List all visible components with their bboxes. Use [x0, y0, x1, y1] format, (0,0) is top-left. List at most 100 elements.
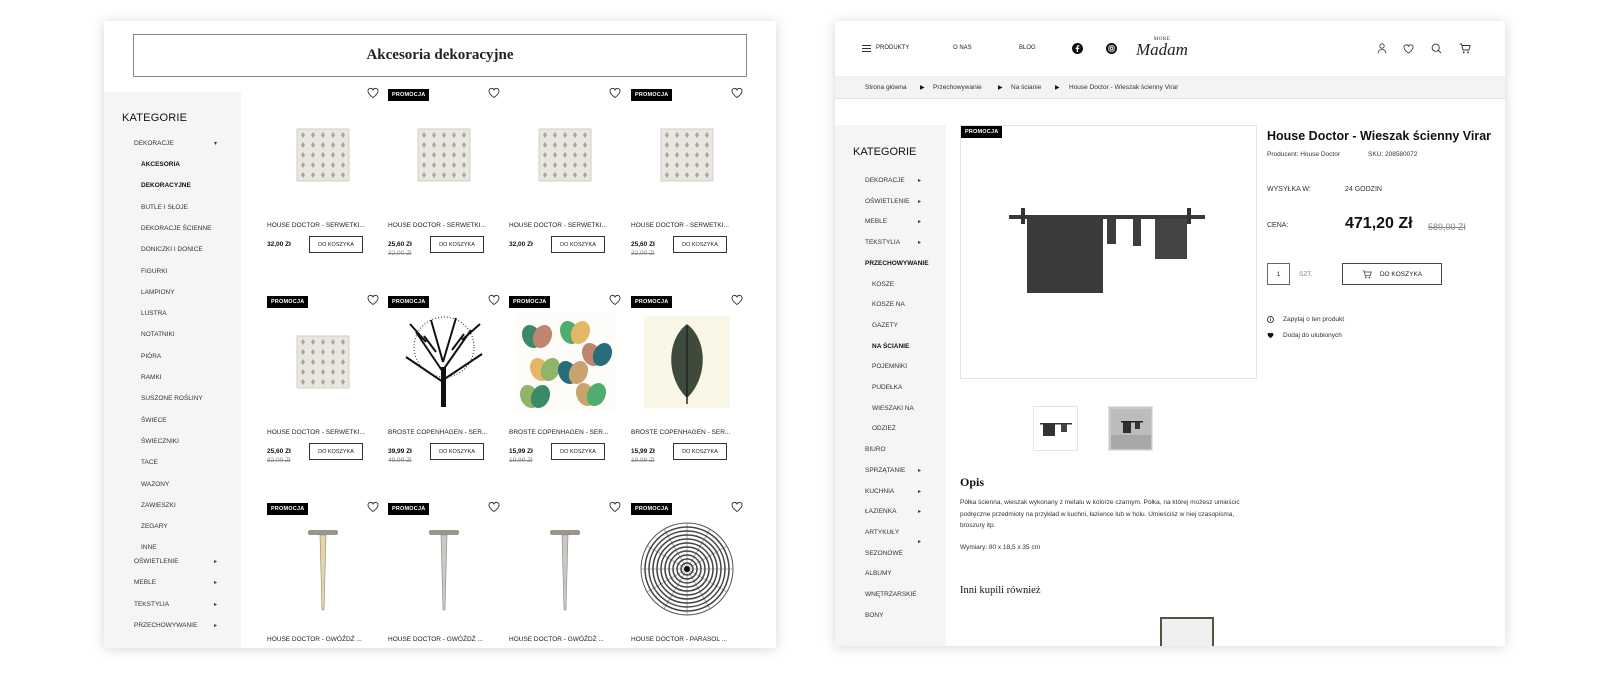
product-main-image[interactable]: PROMOCJA: [960, 125, 1257, 379]
sidebar-item[interactable]: BIURO: [865, 446, 886, 453]
sidebar-item[interactable]: OŚWIETLENIE: [865, 198, 909, 205]
thumbnail-1[interactable]: [1033, 406, 1078, 451]
sidebar-subitem[interactable]: WAZONY: [141, 481, 169, 488]
product-name[interactable]: HOUSE DOCTOR - SERWETKI...: [267, 222, 365, 229]
heart-icon[interactable]: [731, 501, 743, 513]
heart-icon[interactable]: [1403, 44, 1414, 54]
product-card[interactable]: PROMOCJA HOUSE DOCTOR - PARASOL ...: [631, 501, 743, 648]
sidebar-item[interactable]: TEKSTYLIA: [134, 601, 169, 608]
search-icon[interactable]: [1431, 43, 1442, 54]
sidebar-subitem[interactable]: ŚWIECE: [141, 417, 167, 424]
sidebar-subitem[interactable]: NOTATNIKI: [141, 331, 175, 338]
product-name[interactable]: HOUSE DOCTOR - SERWETKI...: [388, 222, 486, 229]
sidebar-item[interactable]: GAZETY: [872, 322, 898, 329]
product-image[interactable]: [271, 517, 375, 621]
product-name[interactable]: HOUSE DOCTOR - SERWETKI...: [267, 429, 365, 436]
sidebar-subitem[interactable]: ŚWIECZNIKI: [141, 438, 179, 445]
menu-icon[interactable]: [862, 45, 871, 52]
heart-icon[interactable]: [731, 87, 743, 99]
chevron-right-icon[interactable]: ▸: [918, 239, 921, 246]
product-card[interactable]: HOUSE DOCTOR - GWÓŹDŹ ...: [509, 501, 621, 648]
chevron-down-icon[interactable]: ▾: [214, 140, 217, 147]
sidebar-item[interactable]: WIESZAKI NA: [872, 405, 914, 412]
add-to-cart-button[interactable]: DO KOSZYKA: [309, 236, 363, 253]
chevron-right-icon[interactable]: ▸: [214, 601, 217, 608]
sidebar-subitem[interactable]: PIÓRA: [141, 353, 161, 360]
sidebar-subitem[interactable]: DEKORACJE ŚCIENNE: [141, 225, 211, 232]
nav-about[interactable]: O NAS: [953, 45, 972, 51]
also-bought-product-image[interactable]: [1160, 617, 1214, 646]
product-name[interactable]: HOUSE DOCTOR - GWÓŹDŹ ...: [388, 636, 483, 643]
product-card[interactable]: PROMOCJA BROSTE COPENHAGEN - SER... 15,99 …: [509, 295, 621, 476]
chevron-right-icon[interactable]: ▸: [918, 538, 921, 545]
product-name[interactable]: BROSTE COPENHAGEN - SER...: [388, 429, 487, 436]
heart-icon[interactable]: [731, 294, 743, 306]
user-icon[interactable]: [1377, 43, 1387, 54]
product-card[interactable]: PROMOCJA HOUSE DOCTOR - GWÓŹDŹ ...: [388, 501, 500, 648]
product-image[interactable]: [513, 517, 617, 621]
sidebar-item[interactable]: SEZONOWE: [865, 550, 903, 557]
product-card[interactable]: HOUSE DOCTOR - SERWETKI... 32,00 Zł DO KOS…: [267, 87, 379, 269]
thumbnail-2[interactable]: [1108, 406, 1153, 451]
product-image[interactable]: [271, 310, 375, 414]
facebook-icon[interactable]: [1072, 43, 1083, 54]
product-image[interactable]: [271, 103, 375, 207]
sidebar-item[interactable]: KOSZE NA: [872, 301, 905, 308]
product-name[interactable]: HOUSE DOCTOR - PARASOL ...: [631, 636, 727, 643]
sidebar-subitem[interactable]: AKCESORIA: [141, 161, 180, 168]
sidebar-item[interactable]: DEKORACJE: [865, 177, 905, 184]
add-to-cart-button[interactable]: DO KOSZYKA: [430, 236, 484, 253]
product-card[interactable]: PROMOCJA HOUSE DOCTOR - SERWETKI... 25,60 …: [267, 294, 379, 476]
cart-icon[interactable]: [1459, 43, 1471, 54]
sidebar-subitem[interactable]: DONICZKI I DONICE: [141, 246, 203, 253]
heart-icon[interactable]: [367, 87, 379, 99]
sidebar-item[interactable]: TEKSTYLIA: [865, 239, 900, 246]
sidebar-item[interactable]: MEBLE: [134, 579, 156, 586]
product-card[interactable]: PROMOCJA BROSTE COPENHAGEN - SER... 39,99 …: [388, 295, 500, 476]
ask-about-product-link[interactable]: Zapytaj o ten produkt: [1267, 316, 1344, 323]
sidebar-item[interactable]: MEBLE: [865, 218, 887, 225]
product-name[interactable]: BROSTE COPENHAGEN - SER...: [631, 429, 730, 436]
chevron-right-icon[interactable]: ▸: [214, 558, 217, 565]
sidebar-subitem[interactable]: FIGURKI: [141, 268, 167, 275]
sidebar-item[interactable]: ALBUMY: [865, 570, 892, 577]
product-image[interactable]: [635, 103, 739, 207]
product-image[interactable]: [513, 310, 617, 414]
product-image[interactable]: [513, 103, 617, 207]
sidebar-item[interactable]: WNĘTRZARSKIE: [865, 591, 917, 598]
breadcrumb-wall[interactable]: Na ścianie: [1011, 84, 1041, 91]
breadcrumb-storage[interactable]: Przechowywanie: [933, 84, 982, 91]
chevron-right-icon[interactable]: ▸: [918, 508, 921, 515]
instagram-icon[interactable]: [1106, 43, 1117, 54]
sidebar-subitem[interactable]: ZEGARY: [141, 523, 168, 530]
chevron-right-icon[interactable]: ▸: [214, 622, 217, 629]
nav-products[interactable]: PRODUKTY: [876, 45, 909, 51]
breadcrumb-home[interactable]: Strona główna: [865, 84, 907, 91]
sidebar-item[interactable]: POJEMNIKI: [872, 363, 907, 370]
sidebar-item[interactable]: KUCHNIA: [865, 488, 894, 495]
sidebar-item[interactable]: ŁAZIENKA: [865, 508, 896, 515]
sidebar-item[interactable]: KOSZE: [872, 281, 894, 288]
product-card[interactable]: PROMOCJA HOUSE DOCTOR - GWÓŹDŹ ...: [267, 501, 379, 648]
sidebar-item-decorations[interactable]: DEKORACJE: [134, 140, 174, 147]
heart-icon[interactable]: [367, 501, 379, 513]
sidebar-subitem[interactable]: RAMKI: [141, 374, 162, 381]
product-card[interactable]: PROMOCJA HOUSE DOCTOR - SERWETKI... 25,60 …: [631, 87, 743, 269]
sidebar-subitem[interactable]: SUSZONE ROŚLINY: [141, 395, 203, 402]
add-to-cart-button[interactable]: DO KOSZYKA: [673, 236, 727, 253]
heart-icon[interactable]: [609, 501, 621, 513]
sidebar-item[interactable]: OŚWIETLENIE: [134, 558, 178, 565]
heart-icon[interactable]: [367, 294, 379, 306]
product-name[interactable]: HOUSE DOCTOR - GWÓŹDŹ ...: [267, 636, 362, 643]
product-name[interactable]: HOUSE DOCTOR - SERWETKI...: [509, 222, 607, 229]
product-card[interactable]: HOUSE DOCTOR - SERWETKI... 32,00 Zł DO KOS…: [509, 88, 621, 269]
product-card[interactable]: PROMOCJA BROSTE COPENHAGEN - SER... 15,99 …: [631, 294, 743, 476]
heart-icon[interactable]: [488, 501, 500, 513]
add-to-cart-button[interactable]: DO KOSZYKA: [551, 443, 605, 460]
heart-icon[interactable]: [488, 87, 500, 99]
product-image[interactable]: [635, 517, 739, 621]
sidebar-subitem[interactable]: DEKORACYJNE: [141, 182, 191, 189]
sidebar-item[interactable]: ODZIEŻ: [872, 425, 896, 432]
product-image[interactable]: [392, 310, 496, 414]
product-name[interactable]: HOUSE DOCTOR - GWÓŹDŹ ...: [509, 636, 604, 643]
